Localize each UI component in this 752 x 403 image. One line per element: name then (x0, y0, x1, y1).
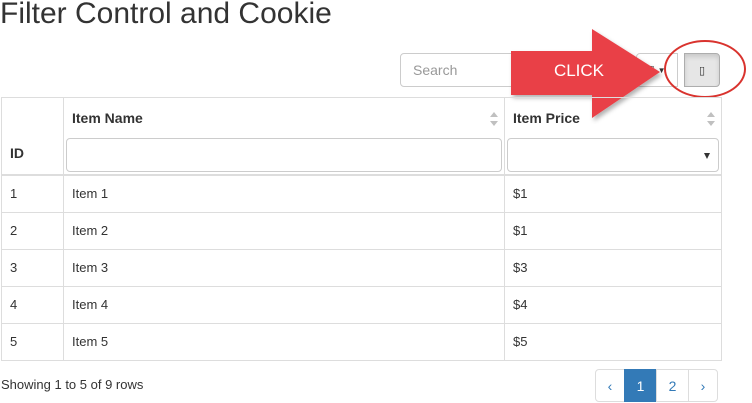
item-price-filter-select[interactable] (507, 138, 719, 172)
clear-filters-icon: ▯ (698, 64, 706, 77)
cell-item-name: Item 4 (63, 285, 505, 324)
columns-toggle-button[interactable]: ▯ ▼ (636, 53, 678, 87)
table-row: 2 Item 2 $1 (1, 211, 722, 250)
search-input[interactable] (400, 53, 530, 87)
cell-id: 2 (1, 211, 64, 250)
pagination-info: Showing 1 to 5 of 9 rows (1, 377, 144, 392)
column-header-id[interactable]: ID (1, 97, 64, 176)
table-row: 5 Item 5 $5 (1, 322, 722, 361)
table-row: 3 Item 3 $3 (1, 248, 722, 287)
next-page-button[interactable]: › (688, 369, 718, 402)
cell-item-name: Item 1 (63, 174, 505, 213)
page-title: Filter Control and Cookie (0, 0, 332, 30)
callout-label: CLICK (553, 61, 605, 80)
column-header-label: Item Name (72, 110, 143, 126)
cell-item-price: $4 (504, 285, 722, 324)
cell-id: 1 (1, 174, 64, 213)
chevron-down-icon: ▼ (657, 65, 666, 75)
cell-item-price: $1 (504, 174, 722, 213)
cell-item-name: Item 5 (63, 322, 505, 361)
column-header-label: Item Price (513, 110, 580, 126)
page-button-2[interactable]: 2 (656, 369, 689, 402)
chevron-down-icon (704, 153, 710, 159)
cell-item-name: Item 3 (63, 248, 505, 287)
clear-filters-button[interactable]: ▯ (684, 53, 720, 87)
sort-icon (490, 112, 498, 126)
data-table: ID Item Name Item Price 1 Item 1 $1 2 It… (1, 97, 722, 361)
cell-id: 5 (1, 322, 64, 361)
cell-id: 4 (1, 285, 64, 324)
cell-item-name: Item 2 (63, 211, 505, 250)
table-row: 4 Item 4 $4 (1, 285, 722, 324)
item-name-filter-input[interactable] (66, 138, 502, 172)
table-header-row: ID Item Name Item Price (1, 97, 722, 176)
cell-item-price: $1 (504, 211, 722, 250)
sort-icon (707, 112, 715, 126)
cell-item-price: $5 (504, 322, 722, 361)
column-header-item-price[interactable]: Item Price (504, 97, 722, 176)
page-button-1[interactable]: 1 (624, 369, 657, 402)
pagination: ‹ 1 2 › (595, 369, 718, 402)
prev-page-button[interactable]: ‹ (595, 369, 625, 402)
cell-item-price: $3 (504, 248, 722, 287)
table-row: 1 Item 1 $1 (1, 174, 722, 213)
columns-icon: ▯ (648, 63, 655, 76)
column-header-item-name[interactable]: Item Name (63, 97, 505, 176)
cell-id: 3 (1, 248, 64, 287)
